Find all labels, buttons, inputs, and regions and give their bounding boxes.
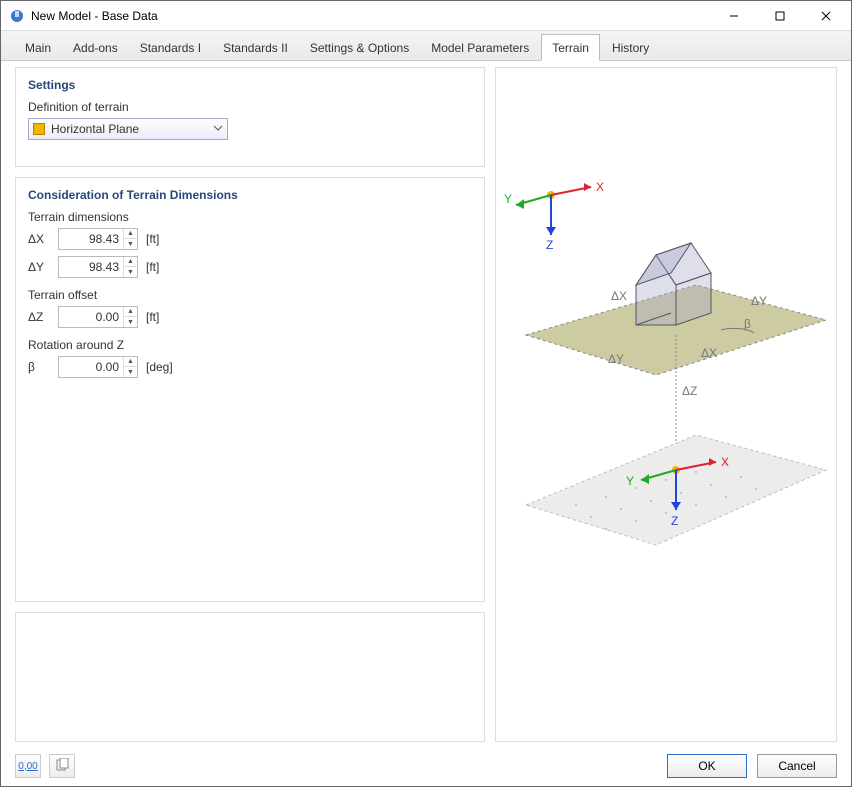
content-area: Settings Definition of terrain Horizonta… [1, 61, 851, 746]
settings-panel: Settings Definition of terrain Horizonta… [15, 67, 485, 167]
units-button[interactable]: 0,00 [15, 754, 41, 778]
svg-text:ΔZ: ΔZ [682, 384, 697, 398]
titlebar: New Model - Base Data [1, 1, 851, 31]
minimize-button[interactable] [711, 1, 757, 31]
terrain-diagram: X Y Z ΔX ΔY ΔY ΔX β [496, 125, 836, 685]
copy-button[interactable] [49, 754, 75, 778]
spin-up-icon[interactable]: ▲ [123, 357, 137, 367]
svg-text:Z: Z [546, 238, 553, 252]
window-title: New Model - Base Data [31, 9, 711, 23]
terrain-definition-dropdown[interactable]: Horizontal Plane [28, 118, 228, 140]
chevron-down-icon [213, 122, 223, 136]
dimensions-panel: Consideration of Terrain Dimensions Terr… [15, 177, 485, 602]
ruler-icon: 0,00 [18, 761, 37, 772]
svg-text:Y: Y [504, 192, 512, 206]
dialog-window: New Model - Base Data Main Add-ons Stand… [0, 0, 852, 787]
svg-text:X: X [721, 455, 729, 469]
beta-input[interactable]: 0.00 ▲▼ [58, 356, 138, 378]
tab-model-parameters[interactable]: Model Parameters [421, 35, 539, 60]
beta-value: 0.00 [59, 360, 123, 374]
tab-addons[interactable]: Add-ons [63, 35, 128, 60]
svg-text:Z: Z [671, 514, 678, 528]
dz-unit: [ft] [146, 310, 159, 324]
dz-value: 0.00 [59, 310, 123, 324]
terrain-dimensions-label: Terrain dimensions [28, 210, 472, 224]
dy-unit: [ft] [146, 260, 159, 274]
house-model-icon [636, 243, 711, 325]
spin-up-icon[interactable]: ▲ [123, 307, 137, 317]
dy-input[interactable]: 98.43 ▲▼ [58, 256, 138, 278]
terrain-preview: X Y Z ΔX ΔY ΔY ΔX β [495, 67, 837, 742]
tab-strip: Main Add-ons Standards I Standards II Se… [1, 31, 851, 61]
ok-button[interactable]: OK [667, 754, 747, 778]
svg-text:ΔY: ΔY [751, 294, 767, 308]
tab-settings-options[interactable]: Settings & Options [300, 35, 419, 60]
maximize-button[interactable] [757, 1, 803, 31]
plane-color-swatch-icon [33, 123, 45, 135]
beta-unit: [deg] [146, 360, 173, 374]
dx-value: 98.43 [59, 232, 123, 246]
dx-spinner[interactable]: ▲▼ [123, 229, 137, 249]
cancel-button[interactable]: Cancel [757, 754, 837, 778]
tab-history[interactable]: History [602, 35, 659, 60]
dy-spinner[interactable]: ▲▼ [123, 257, 137, 277]
beta-spinner[interactable]: ▲▼ [123, 357, 137, 377]
app-icon [9, 8, 25, 24]
dx-symbol: ΔX [28, 232, 50, 246]
definition-label: Definition of terrain [28, 100, 472, 114]
dy-symbol: ΔY [28, 260, 50, 274]
spin-down-icon[interactable]: ▼ [123, 367, 137, 377]
copy-icon [55, 758, 69, 775]
spin-up-icon[interactable]: ▲ [123, 257, 137, 267]
upper-axes-icon: X Y Z [504, 180, 604, 252]
dz-symbol: ΔZ [28, 310, 50, 324]
window-controls [711, 1, 849, 31]
svg-text:ΔX: ΔX [701, 346, 717, 360]
svg-text:β: β [744, 317, 751, 331]
row-beta: β 0.00 ▲▼ [deg] [28, 356, 472, 378]
rotation-label: Rotation around Z [28, 338, 472, 352]
empty-panel [15, 612, 485, 742]
dx-input[interactable]: 98.43 ▲▼ [58, 228, 138, 250]
row-dx: ΔX 98.43 ▲▼ [ft] [28, 228, 472, 250]
dx-unit: [ft] [146, 232, 159, 246]
svg-text:ΔY: ΔY [608, 352, 624, 366]
spin-down-icon[interactable]: ▼ [123, 317, 137, 327]
svg-text:ΔX: ΔX [611, 289, 627, 303]
svg-text:Y: Y [626, 474, 634, 488]
left-column: Settings Definition of terrain Horizonta… [15, 67, 485, 742]
row-dy: ΔY 98.43 ▲▼ [ft] [28, 256, 472, 278]
spin-up-icon[interactable]: ▲ [123, 229, 137, 239]
dz-input[interactable]: 0.00 ▲▼ [58, 306, 138, 328]
dimensions-heading: Consideration of Terrain Dimensions [28, 188, 472, 202]
svg-text:X: X [596, 180, 604, 194]
tab-standards-1[interactable]: Standards I [130, 35, 211, 60]
terrain-definition-value: Horizontal Plane [51, 122, 213, 136]
close-button[interactable] [803, 1, 849, 31]
tab-main[interactable]: Main [15, 35, 61, 60]
row-dz: ΔZ 0.00 ▲▼ [ft] [28, 306, 472, 328]
spin-down-icon[interactable]: ▼ [123, 267, 137, 277]
footer: 0,00 OK Cancel [1, 746, 851, 786]
tab-terrain[interactable]: Terrain [541, 34, 600, 61]
dy-value: 98.43 [59, 260, 123, 274]
terrain-offset-label: Terrain offset [28, 288, 472, 302]
beta-symbol: β [28, 360, 50, 374]
settings-heading: Settings [28, 78, 472, 92]
dz-spinner[interactable]: ▲▼ [123, 307, 137, 327]
tab-standards-2[interactable]: Standards II [213, 35, 298, 60]
spin-down-icon[interactable]: ▼ [123, 239, 137, 249]
